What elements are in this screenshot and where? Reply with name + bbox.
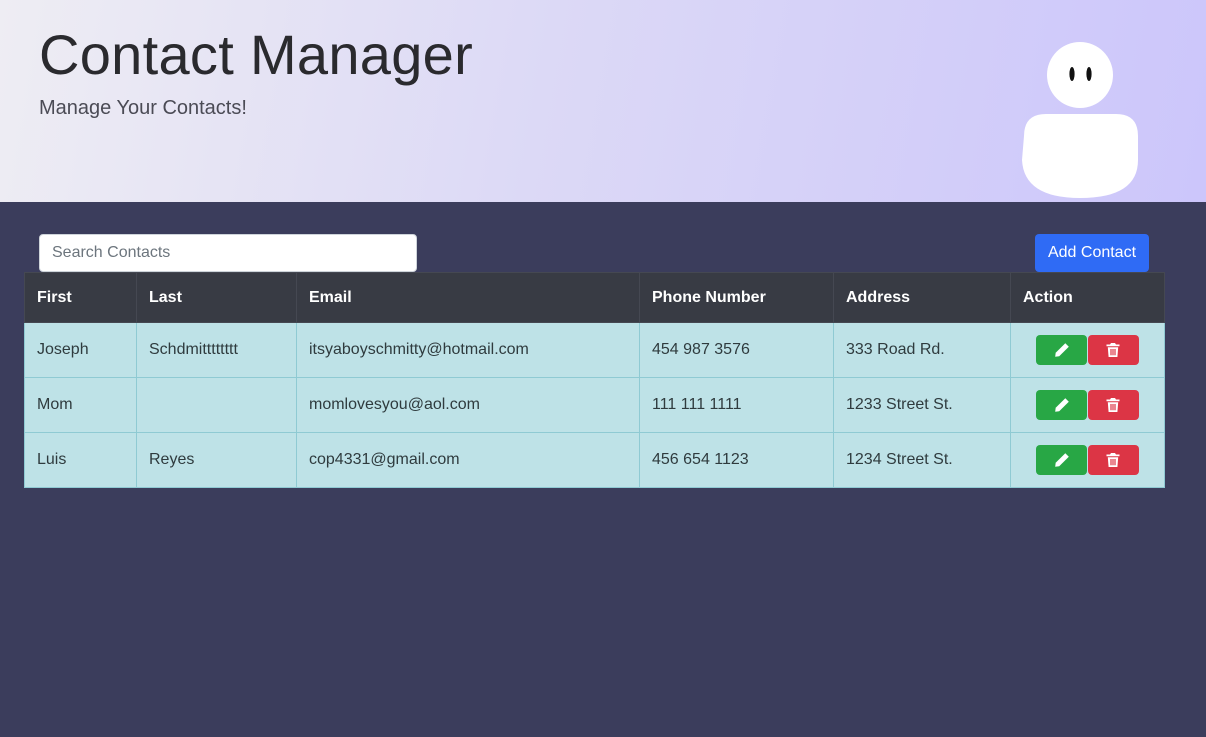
delete-contact-button[interactable] (1087, 445, 1139, 475)
add-contact-button[interactable]: Add Contact (1035, 234, 1149, 272)
email-cell: cop4331@gmail.com (296, 432, 640, 488)
first-name-cell: Luis (24, 432, 137, 488)
table-header-row: First Last Email Phone Number Address Ac… (24, 272, 1165, 323)
email-cell: momlovesyou@aol.com (296, 377, 640, 433)
column-header-first: First (24, 272, 137, 323)
page-header: Contact Manager Manage Your Contacts! (0, 0, 1206, 202)
pencil-icon (1054, 343, 1069, 357)
mascot-icon (1022, 42, 1138, 198)
pencil-icon (1054, 398, 1069, 412)
first-name-cell: Mom (24, 377, 137, 433)
page-title: Contact Manager (39, 23, 474, 86)
pencil-icon (1054, 453, 1069, 467)
trash-icon (1106, 453, 1120, 467)
phone-cell: 456 654 1123 (639, 432, 834, 488)
trash-icon (1106, 398, 1120, 412)
column-header-phone: Phone Number (639, 272, 834, 323)
action-cell (1010, 377, 1165, 433)
last-name-cell: Reyes (136, 432, 297, 488)
last-name-cell: Schdmitttttttt (136, 322, 297, 378)
edit-contact-button[interactable] (1036, 335, 1088, 365)
page-subtitle: Manage Your Contacts! (39, 97, 247, 119)
table-row: Mom momlovesyou@aol.com 111 111 1111 123… (24, 377, 1165, 433)
delete-contact-button[interactable] (1087, 335, 1139, 365)
email-cell: itsyaboyschmitty@hotmail.com (296, 322, 640, 378)
trash-icon (1106, 343, 1120, 357)
last-name-cell (136, 377, 297, 433)
column-header-action: Action (1010, 272, 1165, 323)
phone-cell: 111 111 1111 (639, 377, 834, 433)
edit-contact-button[interactable] (1036, 445, 1088, 475)
action-cell (1010, 322, 1165, 378)
search-input[interactable] (39, 234, 417, 272)
address-cell: 1233 Street St. (833, 377, 1011, 433)
column-header-email: Email (296, 272, 640, 323)
table-row: Joseph Schdmitttttttt itsyaboyschmitty@h… (24, 322, 1165, 378)
phone-cell: 454 987 3576 (639, 322, 834, 378)
column-header-last: Last (136, 272, 297, 323)
column-header-address: Address (833, 272, 1011, 323)
contacts-table: First Last Email Phone Number Address Ac… (24, 272, 1165, 488)
address-cell: 333 Road Rd. (833, 322, 1011, 378)
delete-contact-button[interactable] (1087, 390, 1139, 420)
table-row: Luis Reyes cop4331@gmail.com 456 654 112… (24, 432, 1165, 488)
edit-contact-button[interactable] (1036, 390, 1088, 420)
address-cell: 1234 Street St. (833, 432, 1011, 488)
action-cell (1010, 432, 1165, 488)
first-name-cell: Joseph (24, 322, 137, 378)
